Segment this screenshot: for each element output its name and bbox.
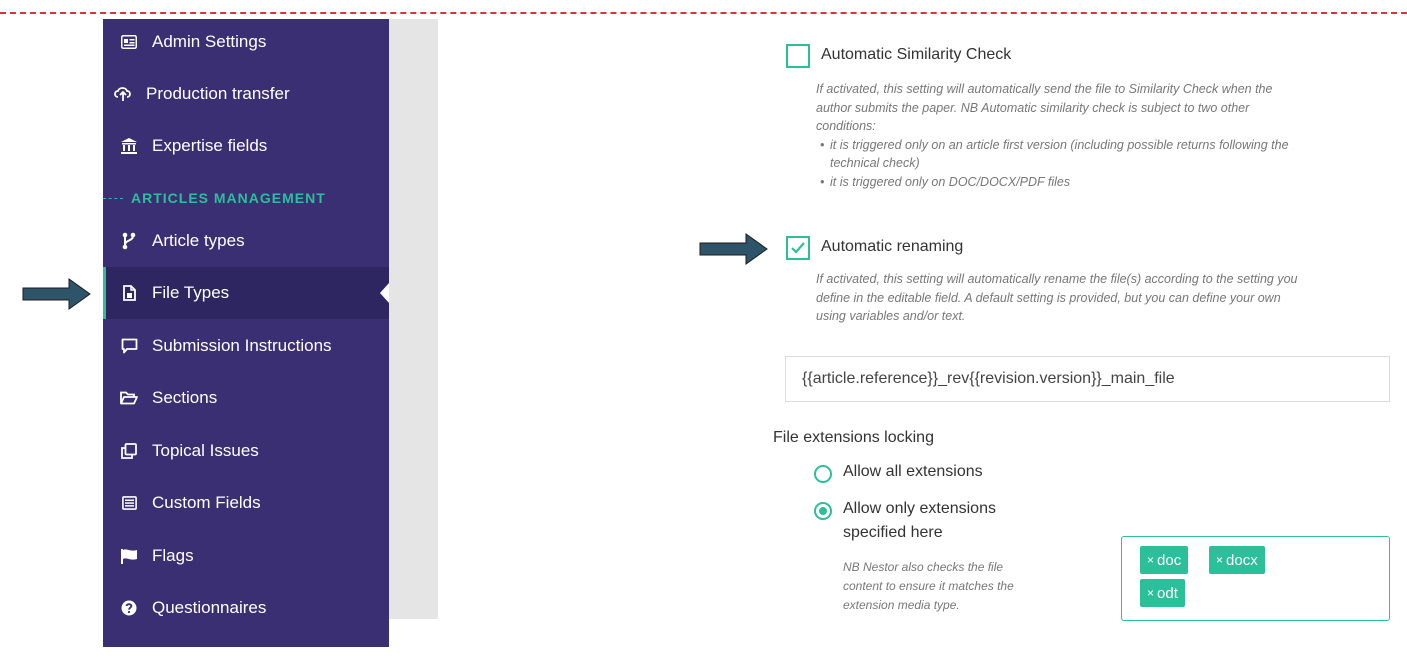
extension-tag-doc: × doc [1140,546,1189,574]
automatic-renaming-help: If activated, this setting will automati… [816,272,1298,323]
question-circle-icon [117,600,141,616]
sidebar-item-custom-fields[interactable]: Custom Fields [103,477,389,529]
similarity-check-checkbox[interactable] [786,44,810,68]
guide-dashed-line [0,12,1407,14]
sidebar-item-label: Questionnaires [152,598,267,617]
admin-card-icon [117,35,141,49]
annotation-arrow-icon [22,278,91,310]
sidebar-item-topical-issues[interactable]: Topical Issues [103,425,389,477]
sidebar-item-sections[interactable]: Sections [103,372,389,424]
clone-icon [117,443,141,459]
extensions-tag-input[interactable]: × doc × docx × odt [1121,536,1390,621]
rename-pattern-input[interactable]: {{article.reference}}_rev{{revision.vers… [785,356,1390,402]
sidebar-item-questionnaires[interactable]: Questionnaires [103,582,389,634]
file-icon [117,285,141,301]
sidebar-item-admin-settings[interactable]: Admin Settings [103,16,389,68]
extensions-note: NB Nestor also checks the file content t… [843,560,1014,612]
automatic-renaming-checkbox[interactable] [786,236,810,260]
extension-tag-docx: × docx [1209,546,1265,574]
sidebar: Admin Settings Production transfer Exper… [103,19,389,647]
similarity-conditions-list: it is triggered only on an article first… [816,136,1386,192]
sidebar-item-label: File Types [152,283,230,302]
remove-tag-icon[interactable]: × [1147,553,1154,567]
sidebar-item-label: Custom Fields [152,493,261,512]
sidebar-item-file-types[interactable]: File Types [103,267,389,319]
checkmark-icon [791,242,805,254]
sidebar-item-label: Flags [152,546,194,565]
sidebar-item-expertise-fields[interactable]: Expertise fields [103,120,389,172]
sidebar-item-label: Admin Settings [152,32,267,51]
sidebar-item-article-types[interactable]: Article types [103,215,389,267]
bank-icon [117,138,141,154]
extensions-locking-title: File extensions locking [773,429,934,446]
sidebar-item-label: Expertise fields [152,136,268,155]
branch-icon [117,232,141,250]
radio-label-allow-only: Allow only extensions specified here [843,500,996,541]
list-item: it is triggered only on DOC/DOCX/PDF fil… [820,173,1386,192]
sidebar-item-submission-instructions[interactable]: Submission Instructions [103,320,389,372]
annotation-arrow-icon [699,233,768,265]
list-icon [117,496,141,510]
section-heading-articles-management: ARTICLES MANAGEMENT [103,187,389,209]
section-heading-label: ARTICLES MANAGEMENT [131,190,326,206]
similarity-check-label: Automatic Similarity Check [821,46,1012,63]
radio-label-allow-all: Allow all extensions [843,463,983,480]
folder-open-icon [117,391,141,405]
sidebar-item-flags[interactable]: Flags [103,530,389,582]
transfer-icon [111,86,135,102]
similarity-check-help: If activated, this setting will automati… [816,80,1386,191]
sidebar-item-label: Production transfer [146,84,290,103]
automatic-renaming-label: Automatic renaming [821,238,964,255]
radio-allow-only-specified[interactable] [814,502,832,520]
sidebar-item-label: Topical Issues [152,441,259,460]
sidebar-item-label: Submission Instructions [152,336,332,355]
flag-icon [117,548,141,564]
sidebar-item-production-transfer[interactable]: Production transfer [103,68,389,120]
comment-icon [117,338,141,354]
content-gutter [389,19,438,619]
extension-tag-odt: × odt [1140,579,1185,607]
remove-tag-icon[interactable]: × [1147,586,1154,600]
sidebar-item-label: Sections [152,388,218,407]
list-item: it is triggered only on an article first… [820,136,1386,173]
radio-allow-all-extensions[interactable] [814,465,832,483]
sidebar-item-label: Article types [152,231,245,250]
remove-tag-icon[interactable]: × [1216,553,1223,567]
